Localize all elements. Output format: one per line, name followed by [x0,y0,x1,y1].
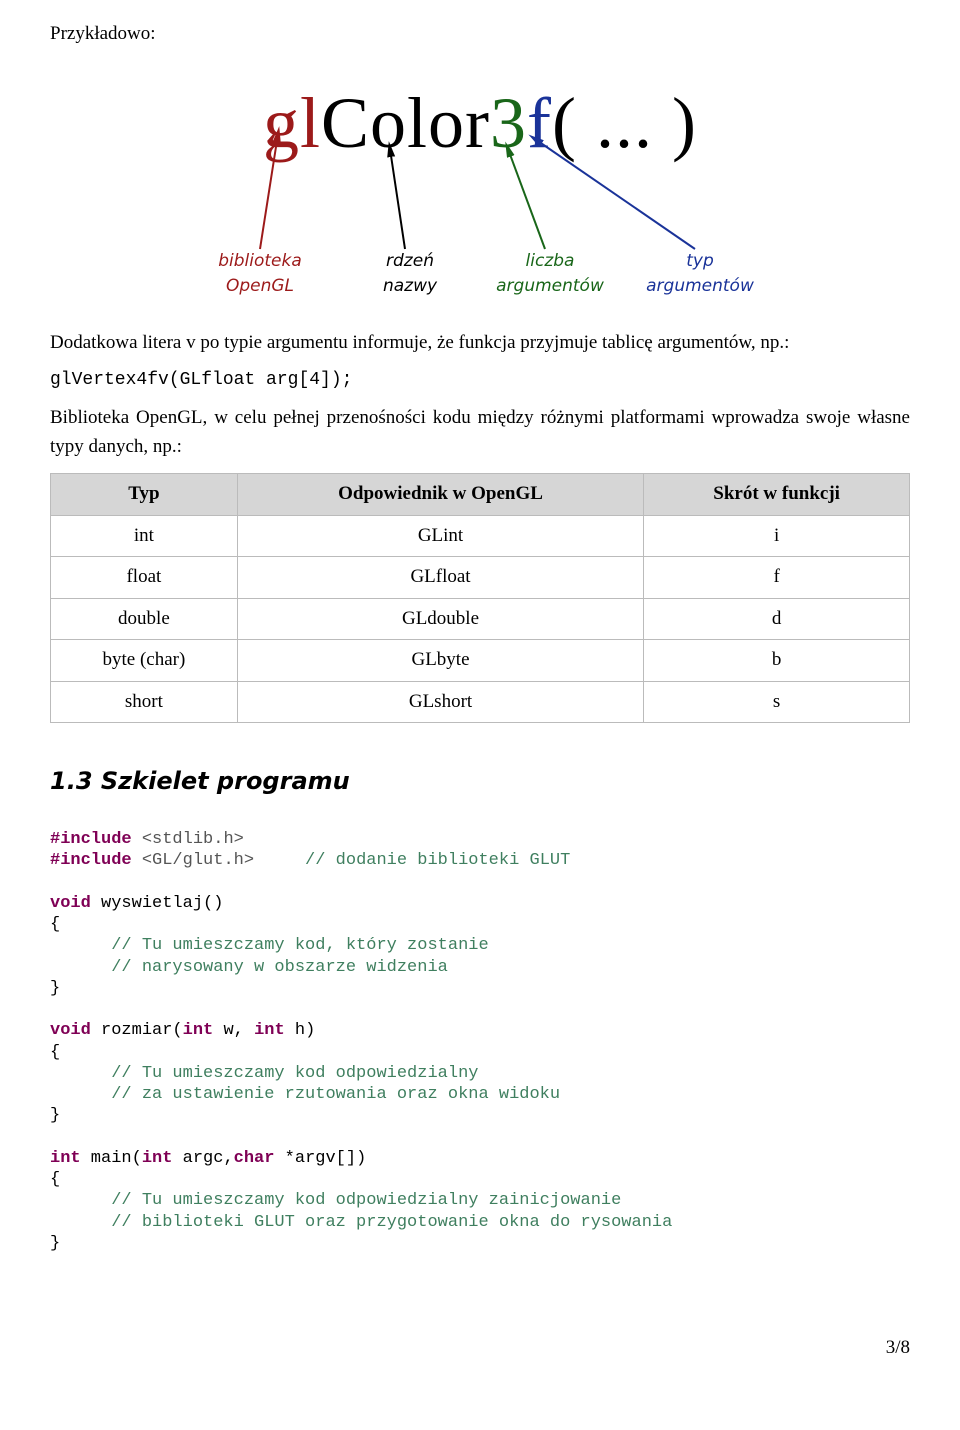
fn-main-c: *argv[]) [274,1149,366,1168]
types-table: Typ Odpowiednik w OpenGL Skrót w funkcji… [50,473,910,723]
cell: s [644,681,910,723]
intro-heading: Przykładowo: [50,20,910,49]
table-row: float GLfloat f [51,557,910,599]
brace-close: } [50,1234,60,1253]
fn-rozmiar-a: rozmiar( [91,1021,183,1040]
kw-int: int [254,1021,285,1040]
kw-include: #include [50,851,132,870]
paragraph-1: Dodatkowa litera v po typie argumentu in… [50,329,910,358]
label-library: biblioteka OpenGL [190,249,330,300]
cell: GLdouble [237,598,643,640]
th-type: Typ [51,474,238,516]
label-argcount-l2: argumentów [496,276,604,296]
kw-char: char [234,1149,275,1168]
arrow-stem [380,139,420,254]
cmt-3b: // biblioteki GLUT oraz przygotowanie ok… [50,1213,672,1232]
fn-main-b: argc, [172,1149,233,1168]
paragraph-2: Biblioteka OpenGL, w celu pełnej przenoś… [50,404,910,461]
cmt-1a: // Tu umieszczamy kod, który zostanie [50,936,489,955]
kw-include: #include [50,830,132,849]
cmt-glut: // dodanie biblioteki GLUT [254,851,570,870]
kw-void: void [50,894,91,913]
kw-int: int [142,1149,173,1168]
cell: float [51,557,238,599]
label-argtype-l1: typ [686,251,714,271]
arrow-gl [250,124,290,254]
table-row: byte (char) GLbyte b [51,640,910,682]
cell: f [644,557,910,599]
brace-close: } [50,1106,60,1125]
inc-stdlib: <stdlib.h> [132,830,244,849]
cell: short [51,681,238,723]
glcolor-diagram: glColor3f( ... ) biblioteka OpenGL rdzeń… [130,69,830,299]
table-row: double GLdouble d [51,598,910,640]
label-library-l2: OpenGL [226,276,294,296]
cell: GLbyte [237,640,643,682]
cmt-2a: // Tu umieszczamy kod odpowiedzialny [50,1064,478,1083]
th-opengl: Odpowiednik w OpenGL [237,474,643,516]
fn-wyswietlaj: wyswietlaj() [91,894,224,913]
kw-int: int [50,1149,81,1168]
cell: int [51,515,238,557]
table-header-row: Typ Odpowiednik w OpenGL Skrót w funkcji [51,474,910,516]
cmt-3a: // Tu umieszczamy kod odpowiedzialny zai… [50,1191,621,1210]
brace-open: { [50,1043,60,1062]
label-stem-l2: nazwy [383,276,437,296]
label-argtype-l2: argumentów [646,276,754,296]
kw-void: void [50,1021,91,1040]
fn-rozmiar-b: w, [213,1021,254,1040]
cell: double [51,598,238,640]
label-stem: rdzeń nazwy [340,249,480,300]
label-library-l1: biblioteka [218,251,302,271]
cell: b [644,640,910,682]
cell: d [644,598,910,640]
inline-code-example: glVertex4fv(GLfloat arg[4]); [50,367,910,394]
label-stem-l1: rdzeń [386,251,434,271]
cell: i [644,515,910,557]
code-block: #include <stdlib.h> #include <GL/glut.h>… [50,829,910,1254]
kw-int: int [183,1021,214,1040]
label-argcount: liczba argumentów [480,249,620,300]
brace-open: { [50,915,60,934]
page-number: 3/8 [50,1334,910,1363]
fn-rozmiar-c: h) [285,1021,316,1040]
label-argtype: typ argumentów [630,249,770,300]
cell: GLint [237,515,643,557]
cmt-1b: // narysowany w obszarze widzenia [50,958,448,977]
table-row: int GLint i [51,515,910,557]
th-abbr: Skrót w funkcji [644,474,910,516]
cell: GLfloat [237,557,643,599]
label-argcount-l1: liczba [526,251,575,271]
section-heading: 1.3 Szkielet programu [50,763,910,799]
cell: byte (char) [51,640,238,682]
table-row: short GLshort s [51,681,910,723]
fn-main-a: main( [81,1149,142,1168]
inc-glut: <GL/glut.h> [132,851,254,870]
cell: GLshort [237,681,643,723]
brace-close: } [50,979,60,998]
cmt-2b: // za ustawienie rzutowania oraz okna wi… [50,1085,560,1104]
arrow-atype [525,129,705,254]
brace-open: { [50,1170,60,1189]
